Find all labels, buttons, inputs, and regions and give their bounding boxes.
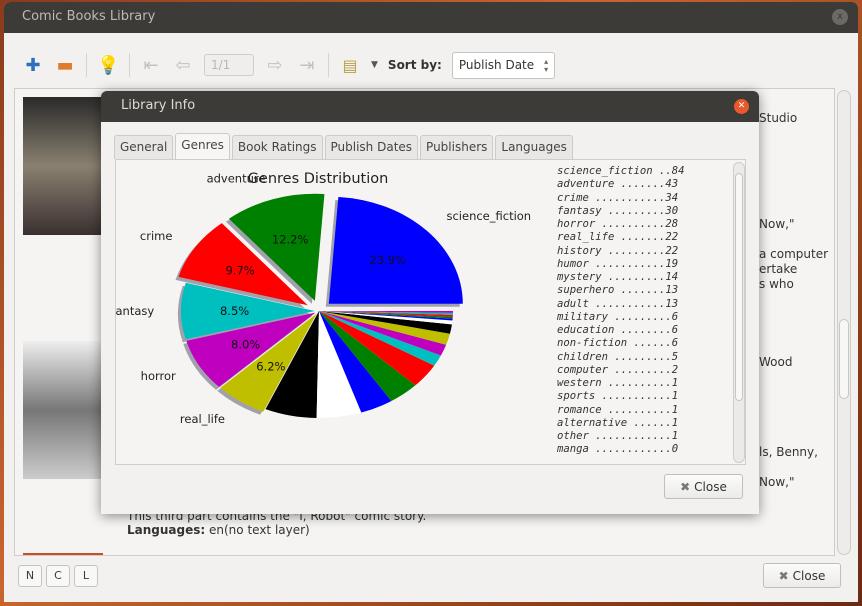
book-cover[interactable] bbox=[23, 553, 103, 555]
slice-label: science_fiction bbox=[446, 209, 531, 223]
genre-list-scrollbar[interactable] bbox=[733, 162, 745, 463]
genre-list-item: romance ..........1 bbox=[557, 403, 679, 416]
folder-icon[interactable]: ▬ bbox=[54, 55, 76, 76]
dialog-close-button[interactable]: ✖ Close bbox=[664, 474, 743, 499]
close-x-icon: ✖ bbox=[680, 479, 691, 494]
slice-label: adventure bbox=[207, 172, 266, 186]
add-icon[interactable]: ✚ bbox=[22, 55, 44, 76]
slice-label: real_life bbox=[180, 412, 225, 426]
genres-pie-chart: Genres Distribution science_fiction 23.9%… bbox=[116, 171, 531, 426]
c-button[interactable]: C bbox=[46, 565, 70, 587]
library-info-dialog: Library Info ✕ General Genres Book Ratin… bbox=[101, 91, 759, 514]
book-text: Now," bbox=[759, 475, 795, 489]
book-text: ls, Benny, bbox=[759, 445, 818, 459]
scroll-thumb[interactable] bbox=[839, 319, 849, 399]
genre-list-item: alternative ......1 bbox=[557, 416, 679, 429]
genre-list-item: military .........6 bbox=[557, 310, 679, 323]
slice-percent-label: 12.2% bbox=[272, 233, 309, 247]
list-scrollbar[interactable] bbox=[837, 90, 851, 555]
genre-list-item: adventure .......43 bbox=[557, 178, 679, 191]
book-text: Now," bbox=[759, 217, 795, 231]
dialog-close-icon[interactable]: ✕ bbox=[734, 99, 749, 114]
document-icon[interactable]: ▤ bbox=[339, 56, 361, 75]
genre-list-item: superhero .......13 bbox=[557, 284, 679, 297]
genre-list-item: western ..........1 bbox=[557, 377, 679, 389]
book-cover[interactable] bbox=[23, 97, 103, 235]
slice-percent-label: 6.2% bbox=[256, 359, 285, 373]
genre-count-list: science_fiction ..84 adventure .......43 c… bbox=[557, 165, 685, 461]
prev-page-icon[interactable]: ⇦ bbox=[172, 55, 194, 76]
slice-percent-label: 8.5% bbox=[220, 304, 249, 318]
tab-book-ratings[interactable]: Book Ratings bbox=[231, 135, 323, 159]
book-text: ertake bbox=[759, 262, 798, 276]
genre-list-item: humor ...........19 bbox=[557, 257, 679, 270]
genre-list-item: manga ............0 bbox=[557, 443, 679, 456]
dialog-title-bar: Library Info ✕ bbox=[101, 91, 759, 122]
book-text: s who bbox=[759, 277, 794, 291]
tab-genres[interactable]: Genres bbox=[175, 133, 230, 159]
close-x-icon: ✖ bbox=[778, 568, 789, 583]
pie-slice-science_fiction bbox=[328, 196, 463, 304]
close-label: Close bbox=[694, 479, 727, 494]
slice-label: fantasy bbox=[116, 304, 154, 318]
genre-list-item: non-fiction ......6 bbox=[557, 337, 679, 350]
page-input[interactable]: 1/1 bbox=[204, 54, 254, 76]
genre-list-item: children .........5 bbox=[557, 350, 679, 363]
separator bbox=[86, 53, 87, 77]
lightbulb-icon[interactable]: 💡 bbox=[97, 55, 119, 76]
title-bar: Comic Books Library x bbox=[4, 2, 858, 33]
close-label: Close bbox=[792, 568, 826, 583]
book-cover[interactable] bbox=[23, 341, 103, 479]
tab-publish-dates[interactable]: Publish Dates bbox=[324, 135, 419, 159]
scroll-thumb[interactable] bbox=[735, 173, 743, 401]
genre-list-item: fantasy .........30 bbox=[557, 204, 679, 217]
chart-title: Genres Distribution bbox=[248, 171, 389, 187]
genre-list-item: other ............1 bbox=[557, 430, 679, 442]
slice-label: crime bbox=[140, 229, 173, 243]
genre-list-item: real_life .......22 bbox=[557, 231, 679, 244]
tab-publishers[interactable]: Publishers bbox=[420, 135, 494, 159]
languages-label: Languages: bbox=[127, 523, 206, 537]
genre-list-item: history .........22 bbox=[557, 244, 679, 257]
genre-list-item: mystery .........14 bbox=[557, 271, 679, 283]
next-page-icon[interactable]: ⇨ bbox=[264, 55, 286, 76]
l-button[interactable]: L bbox=[74, 565, 98, 587]
n-button[interactable]: N bbox=[18, 565, 42, 587]
dropdown-arrow-icon[interactable]: ▼ bbox=[371, 60, 378, 70]
languages-value: en(no text layer) bbox=[209, 523, 310, 537]
tab-bar: General Genres Book Ratings Publish Date… bbox=[114, 133, 573, 159]
book-text: a computer bbox=[759, 247, 829, 261]
slice-percent-label: 8.0% bbox=[231, 337, 260, 351]
genre-list-item: computer .........2 bbox=[557, 363, 679, 376]
tab-languages[interactable]: Languages bbox=[495, 135, 573, 159]
dialog-title: Library Info bbox=[121, 98, 196, 113]
window-close-button[interactable]: x bbox=[832, 9, 848, 25]
book-text: Studio bbox=[759, 111, 798, 125]
toolbar: ✚ ▬ 💡 ⇤ ⇦ 1/1 ⇨ ⇥ ▤ ▼ Sort by: Publish D… bbox=[22, 50, 556, 80]
genre-list-item: adult ...........13 bbox=[557, 297, 679, 310]
tab-general[interactable]: General bbox=[114, 135, 174, 159]
slice-label: horror bbox=[141, 369, 176, 383]
genre-list-item: crime ...........34 bbox=[557, 191, 679, 204]
genre-list-item: horror ..........28 bbox=[557, 218, 679, 230]
spinner-icon: ▴ ▾ bbox=[544, 56, 549, 74]
sort-value: Publish Date bbox=[458, 57, 535, 72]
slice-percent-label: 23.9% bbox=[369, 253, 406, 267]
sort-label: Sort by: bbox=[387, 58, 442, 72]
separator bbox=[129, 53, 130, 77]
book-text: Wood bbox=[759, 355, 793, 369]
main-close-button[interactable]: ✖ Close bbox=[763, 563, 841, 588]
separator bbox=[328, 53, 329, 77]
window-title: Comic Books Library bbox=[22, 9, 156, 24]
first-page-icon[interactable]: ⇤ bbox=[140, 55, 162, 76]
last-page-icon[interactable]: ⇥ bbox=[296, 55, 318, 76]
slice-percent-label: 9.7% bbox=[225, 264, 254, 278]
genres-pane: Genres Distribution science_fiction 23.9%… bbox=[115, 159, 746, 465]
sort-select[interactable]: Publish Date ▴ ▾ bbox=[451, 51, 556, 79]
genre-list-item: sports ...........1 bbox=[557, 390, 679, 403]
genre-list-item: education ........6 bbox=[557, 324, 679, 336]
genre-list-item: science_fiction ..84 bbox=[557, 165, 685, 177]
